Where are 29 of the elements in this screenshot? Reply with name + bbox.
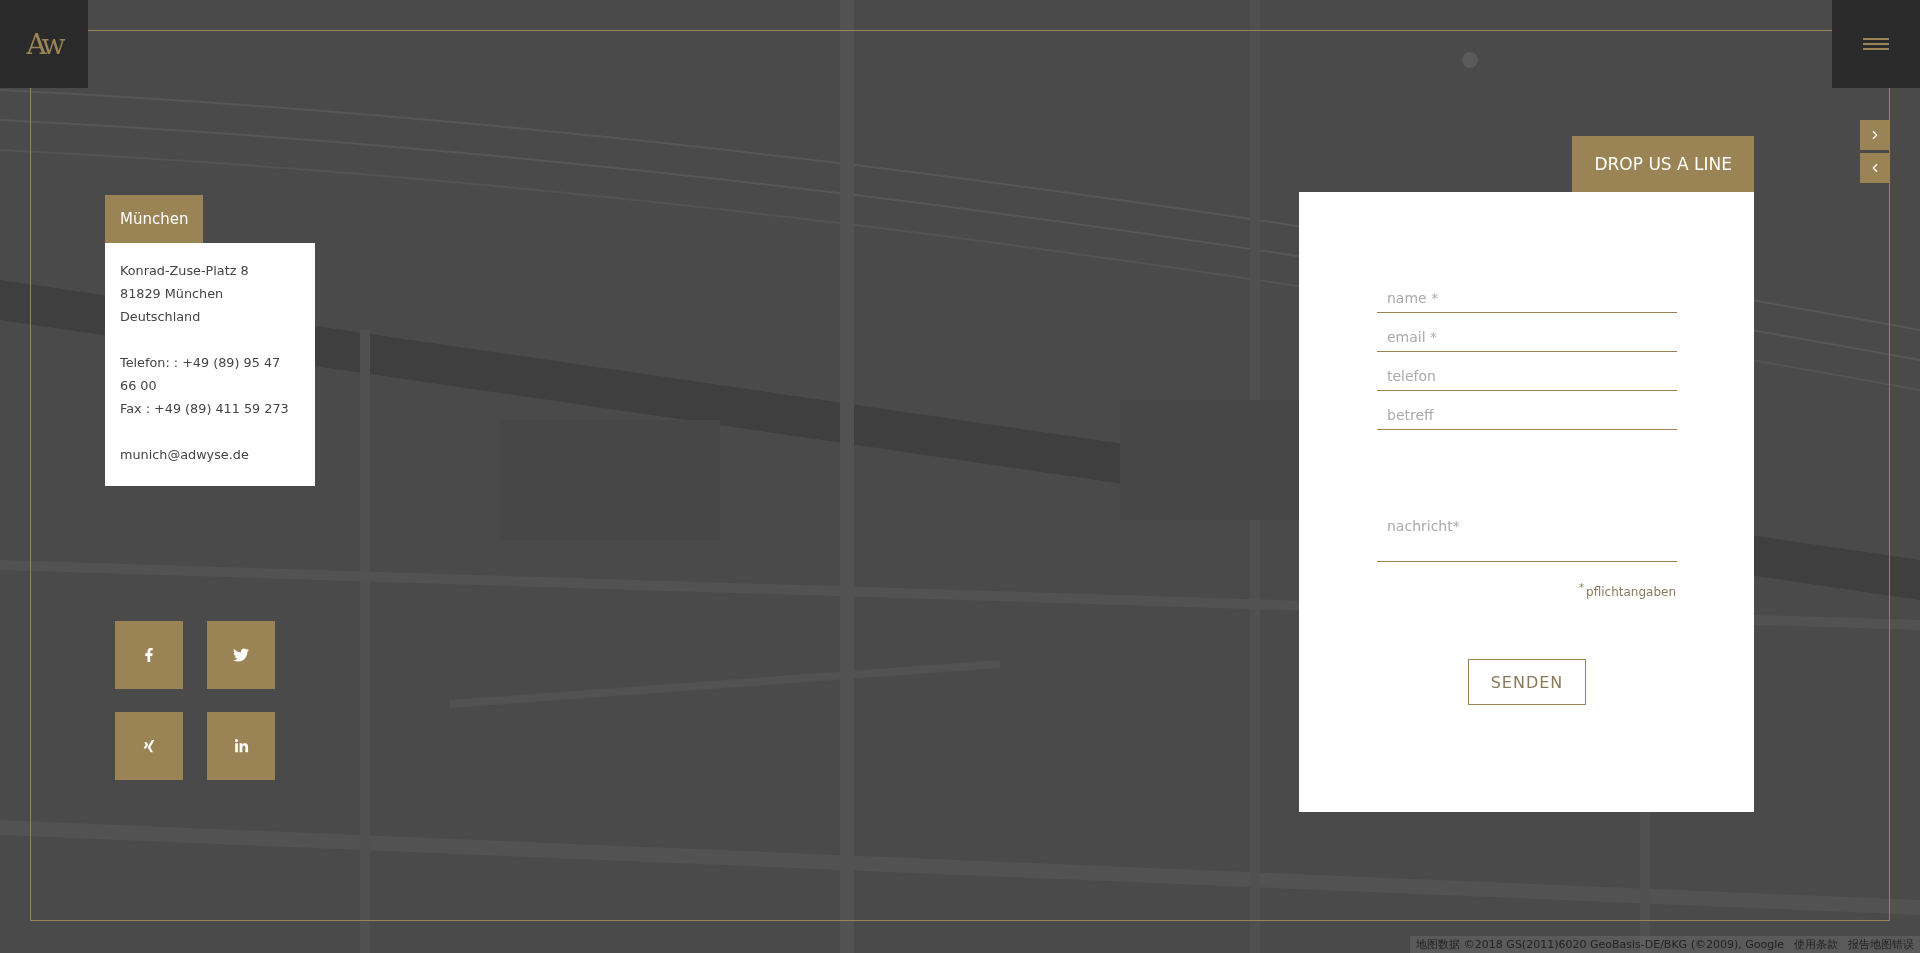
message-field[interactable]: nachricht* [1377,512,1677,562]
send-button[interactable]: SENDEN [1468,659,1586,705]
logo-tile[interactable]: Aw [0,0,88,88]
menu-button[interactable] [1832,0,1920,88]
twitter-icon [233,647,249,663]
input-field[interactable]: telefon [1377,362,1677,391]
linkedin-icon [233,738,249,754]
input-field[interactable]: betreff [1377,401,1677,430]
address-line: Konrad-Zuse-Platz 8 [120,262,250,280]
required-note: $^{*}$ pflichtangaben [1578,582,1676,599]
twitter-button[interactable] [207,621,275,689]
previous-button[interactable] [1860,153,1890,183]
facebook-button[interactable] [115,621,183,689]
phone-text: Telefon: : +49 (89) 95 47 66 00 [120,354,282,395]
email-text: munich@adwyse.de [120,446,250,464]
address-line: Deutschland [120,308,202,326]
linkedin-button[interactable] [207,712,275,780]
form-title: DROP US A LINE [1572,136,1754,192]
menu-icon [1863,38,1889,50]
address-line: 81829 München [120,285,225,303]
next-button[interactable] [1860,120,1890,150]
fax-text: Fax : +49 (89) 411 59 273 [120,400,290,418]
xing-button[interactable] [115,712,183,780]
location-tab[interactable]: München [105,195,204,243]
facebook-icon [142,648,156,662]
logo[interactable]: Aw [26,27,62,61]
xing-icon [142,739,156,753]
input-field[interactable]: name * [1377,284,1677,313]
input-field[interactable]: email * [1377,323,1677,352]
